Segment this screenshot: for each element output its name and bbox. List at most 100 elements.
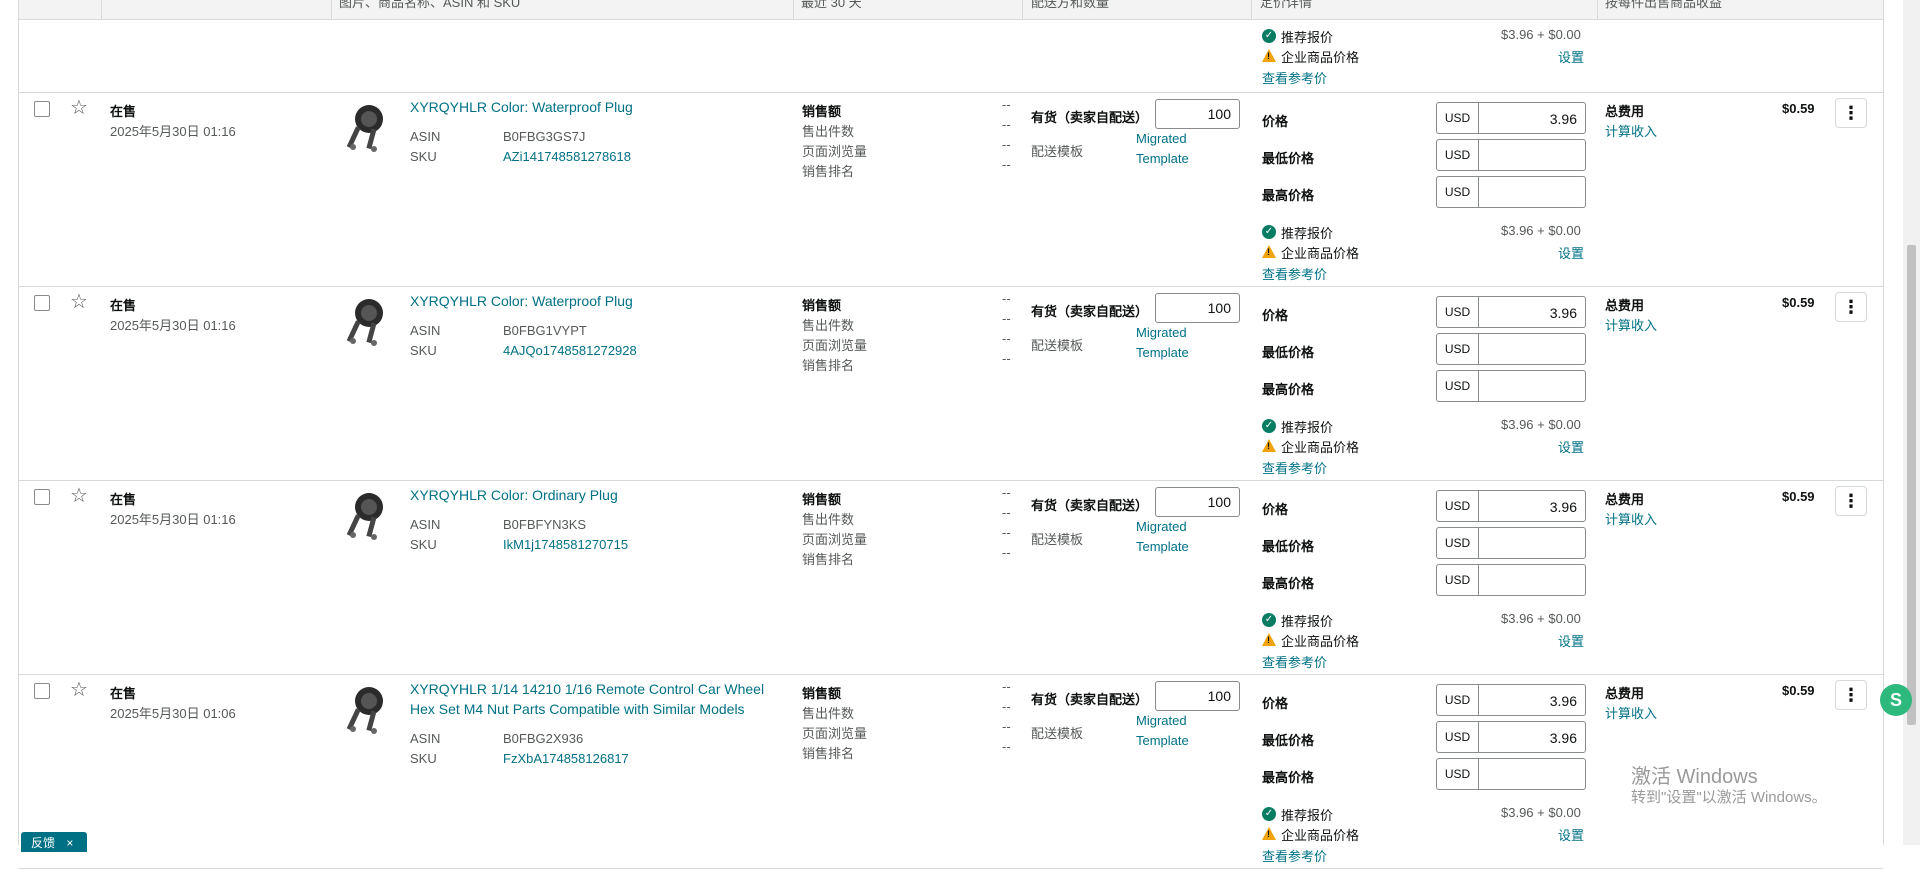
min-price-input[interactable] xyxy=(1478,139,1586,171)
total-fees-label: 总费用 xyxy=(1605,298,1645,313)
price-input[interactable]: 3.96 xyxy=(1478,296,1586,328)
product-thumbnail[interactable] xyxy=(341,99,397,155)
star-icon[interactable]: ☆ xyxy=(70,292,88,312)
view-reference-price-link[interactable]: 查看参考价 xyxy=(1262,458,1327,477)
sku-label: SKU xyxy=(410,751,437,766)
sku-link[interactable]: 4AJQo1748581272928 xyxy=(503,343,637,358)
feedback-close-icon[interactable]: × xyxy=(66,836,73,850)
page-views-value: -- xyxy=(1002,137,1011,152)
min-price-field[interactable]: USD xyxy=(1436,527,1586,559)
price-input[interactable]: 3.96 xyxy=(1478,490,1586,522)
total-fees-label: 总费用 xyxy=(1605,104,1645,119)
calculate-revenue-link[interactable]: 计算收入 xyxy=(1605,121,1657,140)
max-price-field[interactable]: USD xyxy=(1436,564,1586,596)
shipping-template-link[interactable]: Migrated xyxy=(1136,325,1187,340)
max-price-currency: USD xyxy=(1436,564,1479,596)
shipping-template-link-line2[interactable]: Template xyxy=(1136,733,1189,748)
shipping-template-link-line2[interactable]: Template xyxy=(1136,345,1189,360)
product-title-link-line2[interactable]: Hex Set M4 Nut Parts Compatible with Sim… xyxy=(410,699,745,719)
product-title-link[interactable]: XYRQYHLR Color: Waterproof Plug xyxy=(410,97,633,117)
price-field[interactable]: USD 3.96 xyxy=(1436,490,1586,522)
quantity-input[interactable]: 100 xyxy=(1155,99,1240,129)
vertical-scrollbar[interactable] xyxy=(1903,0,1920,845)
price-field[interactable]: USD 3.96 xyxy=(1436,296,1586,328)
max-price-field[interactable]: USD xyxy=(1436,758,1586,790)
calculate-revenue-link[interactable]: 计算收入 xyxy=(1605,509,1657,528)
min-price-input[interactable]: 3.96 xyxy=(1478,721,1586,753)
sku-link[interactable]: IkM1j1748581270715 xyxy=(503,537,628,552)
product-thumbnail[interactable] xyxy=(341,681,397,737)
windows-activation-title: 激活 Windows xyxy=(1631,766,1758,788)
set-business-price-link[interactable]: 设置 xyxy=(1558,825,1584,844)
header-col-pricing: 定价详情 xyxy=(1260,0,1313,10)
min-price-field[interactable]: USD xyxy=(1436,333,1586,365)
row-checkbox[interactable] xyxy=(34,489,50,505)
quantity-input[interactable]: 100 xyxy=(1155,487,1240,517)
sales-value: -- xyxy=(1002,291,1011,306)
set-business-price-link[interactable]: 设置 xyxy=(1558,631,1584,650)
max-price-input[interactable] xyxy=(1478,176,1586,208)
more-actions-button[interactable]: ⋮ xyxy=(1835,486,1867,516)
shipping-template-link-line2[interactable]: Template xyxy=(1136,539,1189,554)
more-actions-button[interactable]: ⋮ xyxy=(1835,292,1867,322)
max-price-field[interactable]: USD xyxy=(1436,370,1586,402)
view-reference-price-link[interactable]: 查看参考价 xyxy=(1262,68,1327,87)
recommended-label: 推荐报价 xyxy=(1281,30,1334,45)
quantity-input[interactable]: 100 xyxy=(1155,293,1240,323)
feedback-button[interactable]: 反馈 × xyxy=(21,832,87,852)
row-checkbox[interactable] xyxy=(34,295,50,311)
sales-value: -- xyxy=(1002,485,1011,500)
min-price-field[interactable]: USD 3.96 xyxy=(1436,721,1586,753)
star-icon[interactable]: ☆ xyxy=(70,680,88,700)
page-views-label: 页面浏览量 xyxy=(802,144,868,159)
price-field[interactable]: USD 3.96 xyxy=(1436,102,1586,134)
shipping-template-link[interactable]: Migrated xyxy=(1136,519,1187,534)
min-price-input[interactable] xyxy=(1478,333,1586,365)
assistant-bubble-icon[interactable]: S xyxy=(1880,684,1912,716)
more-actions-button[interactable]: ⋮ xyxy=(1835,680,1867,710)
max-price-label: 最高价格 xyxy=(1262,382,1315,397)
units-sold-value: -- xyxy=(1002,699,1011,714)
product-thumbnail[interactable] xyxy=(341,293,397,349)
product-title-link[interactable]: XYRQYHLR 1/14 14210 1/16 Remote Control … xyxy=(410,679,764,699)
table-row-partial: ✓ 推荐报价 $3.96 + $0.00 ! 企业商品价格 设置 查看参考价 xyxy=(19,20,1883,93)
shipping-template-link-line2[interactable]: Template xyxy=(1136,151,1189,166)
min-price-currency: USD xyxy=(1436,721,1479,753)
view-reference-price-link[interactable]: 查看参考价 xyxy=(1262,264,1327,283)
min-price-field[interactable]: USD xyxy=(1436,139,1586,171)
price-input[interactable]: 3.96 xyxy=(1478,102,1586,134)
max-price-field[interactable]: USD xyxy=(1436,176,1586,208)
min-price-input[interactable] xyxy=(1478,527,1586,559)
set-business-price-link[interactable]: 设置 xyxy=(1558,437,1584,456)
price-field[interactable]: USD 3.96 xyxy=(1436,684,1586,716)
view-reference-price-link[interactable]: 查看参考价 xyxy=(1262,846,1327,865)
product-title-link[interactable]: XYRQYHLR Color: Waterproof Plug xyxy=(410,291,633,311)
calculate-revenue-link[interactable]: 计算收入 xyxy=(1605,703,1657,722)
shipping-template-link[interactable]: Migrated xyxy=(1136,713,1187,728)
max-price-label: 最高价格 xyxy=(1262,576,1315,591)
max-price-input[interactable] xyxy=(1478,564,1586,596)
scrollbar-thumb[interactable] xyxy=(1907,245,1916,725)
product-title-link[interactable]: XYRQYHLR Color: Ordinary Plug xyxy=(410,485,618,505)
shipping-template-link[interactable]: Migrated xyxy=(1136,131,1187,146)
row-checkbox[interactable] xyxy=(34,101,50,117)
page-views-label: 页面浏览量 xyxy=(802,338,868,353)
product-thumbnail[interactable] xyxy=(341,487,397,543)
price-input[interactable]: 3.96 xyxy=(1478,684,1586,716)
set-business-price-link[interactable]: 设置 xyxy=(1558,243,1584,262)
shipping-template-label: 配送模板 xyxy=(1031,726,1084,741)
max-price-input[interactable] xyxy=(1478,370,1586,402)
max-price-input[interactable] xyxy=(1478,758,1586,790)
more-actions-button[interactable]: ⋮ xyxy=(1835,98,1867,128)
quantity-input[interactable]: 100 xyxy=(1155,681,1240,711)
view-reference-price-link[interactable]: 查看参考价 xyxy=(1262,652,1327,671)
set-business-price-link[interactable]: 设置 xyxy=(1558,47,1584,66)
sku-link[interactable]: AZi141748581278618 xyxy=(503,149,631,164)
sku-link[interactable]: FzXbA174858126817 xyxy=(503,751,629,766)
recommended-value: $3.96 + $0.00 xyxy=(1501,223,1581,238)
star-icon[interactable]: ☆ xyxy=(70,98,88,118)
calculate-revenue-link[interactable]: 计算收入 xyxy=(1605,315,1657,334)
star-icon[interactable]: ☆ xyxy=(70,486,88,506)
row-checkbox[interactable] xyxy=(34,683,50,699)
listings-table: 图片、商品名称、ASIN 和 SKU 最近 30 天 配送方和数量 定价详情 按… xyxy=(18,0,1884,869)
